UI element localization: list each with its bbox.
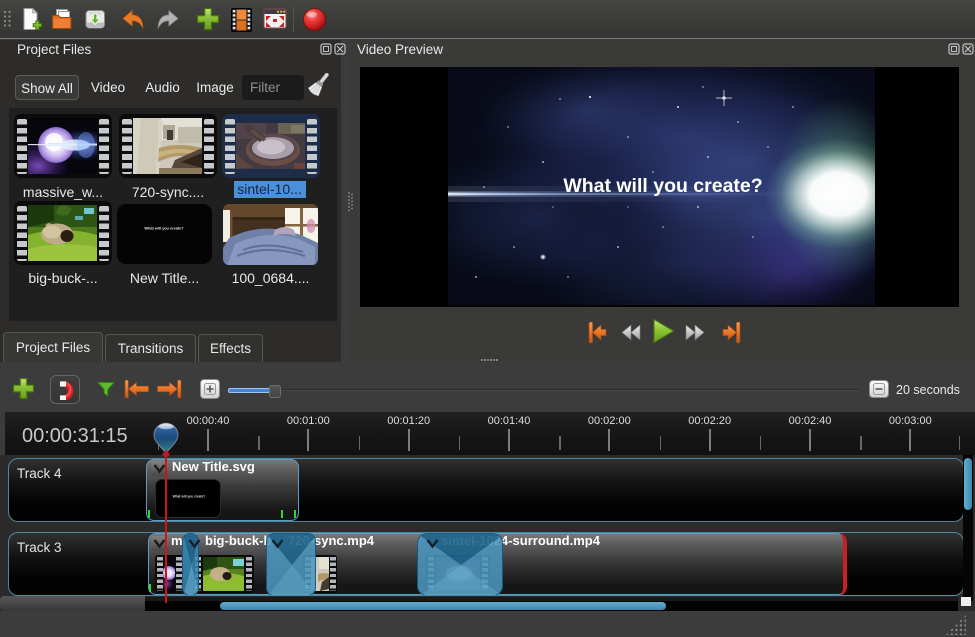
svg-text:What will you create?: What will you create? <box>563 175 762 197</box>
